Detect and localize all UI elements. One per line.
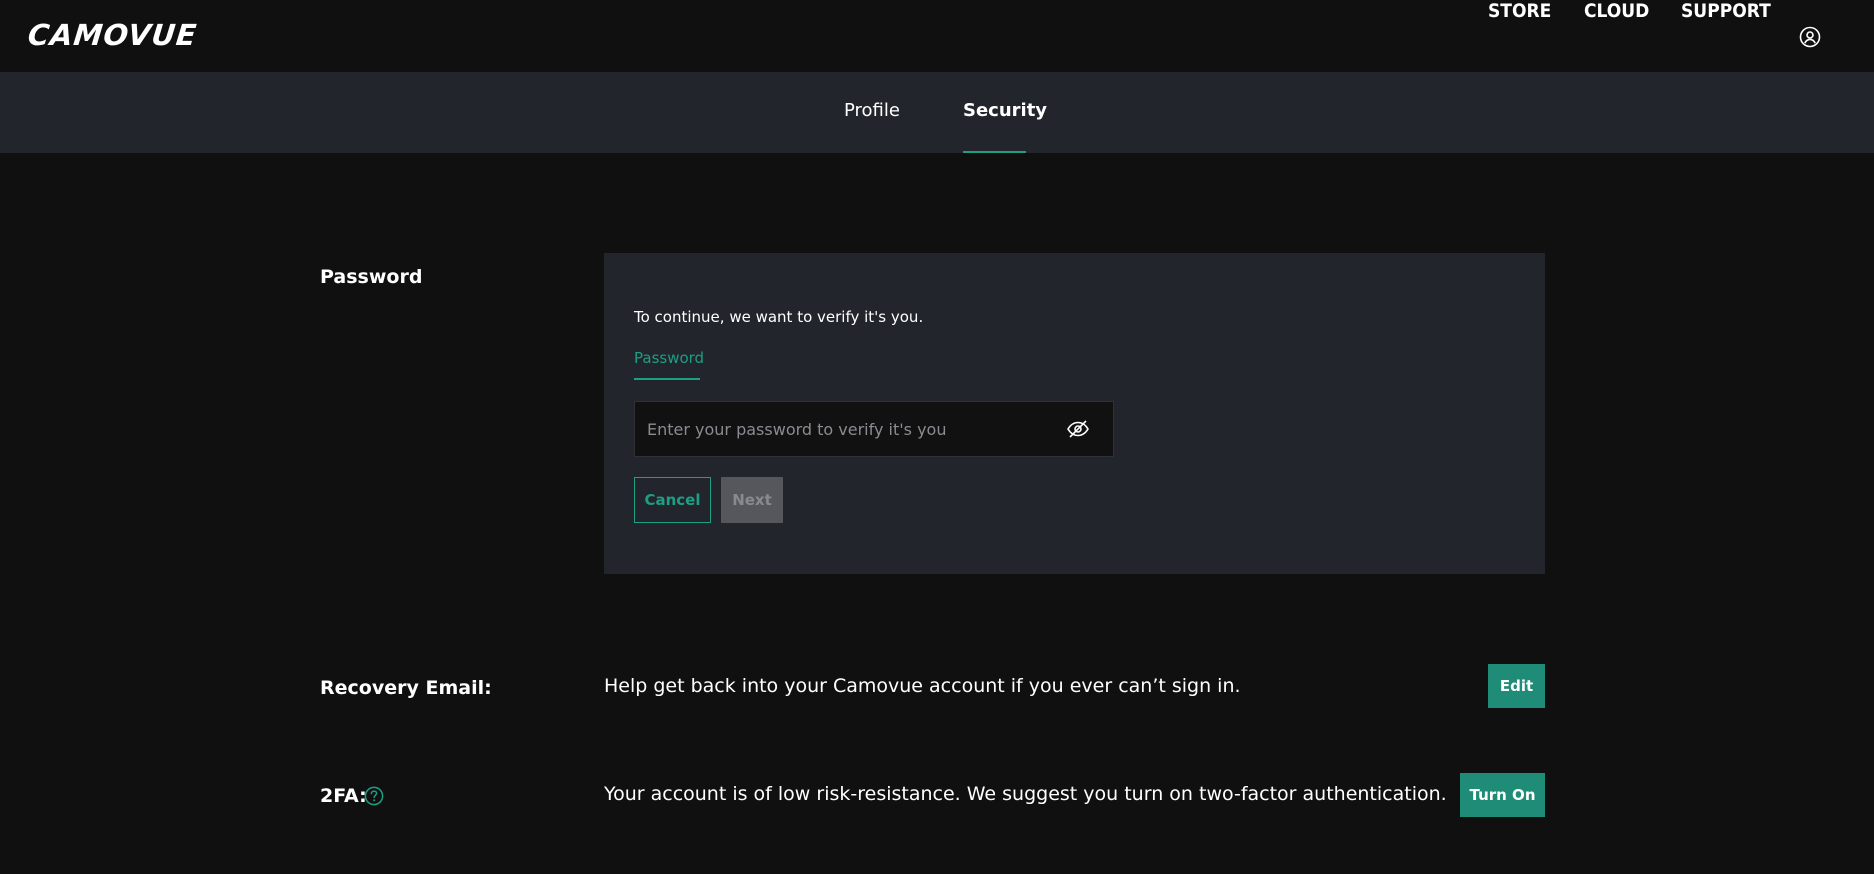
top-navigation: CAMOVUE STORE CLOUD SUPPORT <box>0 0 1874 72</box>
verify-intro-text: To continue, we want to verify it's you. <box>634 308 924 326</box>
password-input[interactable] <box>635 402 1055 456</box>
eye-hidden-icon[interactable] <box>1066 418 1090 440</box>
user-account-icon[interactable] <box>1799 26 1821 48</box>
camovue-logo[interactable]: CAMOVUE <box>26 18 199 52</box>
tab-security[interactable]: Security <box>963 100 1047 121</box>
twofa-label: 2FA: <box>320 785 367 807</box>
password-field-tab-underline <box>634 378 700 380</box>
turn-on-2fa-button[interactable]: Turn On <box>1460 773 1545 817</box>
password-field-tab[interactable]: Password <box>634 349 704 367</box>
twofa-description: Your account is of low risk-resistance. … <box>604 783 1447 805</box>
nav-cloud-link[interactable]: CLOUD <box>1584 0 1649 22</box>
help-circle-icon[interactable] <box>364 786 384 806</box>
active-tab-indicator <box>963 151 1026 153</box>
password-section-label: Password <box>320 266 423 288</box>
edit-recovery-email-button[interactable]: Edit <box>1488 664 1545 708</box>
nav-store-link[interactable]: STORE <box>1488 0 1551 22</box>
cancel-button[interactable]: Cancel <box>634 477 711 523</box>
recovery-email-label: Recovery Email: <box>320 677 492 699</box>
password-verify-card: To continue, we want to verify it's you.… <box>604 253 1545 574</box>
nav-support-link[interactable]: SUPPORT <box>1681 0 1771 22</box>
recovery-email-description: Help get back into your Camovue account … <box>604 675 1241 697</box>
password-field-box <box>634 401 1114 457</box>
next-button[interactable]: Next <box>721 477 783 523</box>
account-tab-bar: Profile Security <box>0 72 1874 153</box>
tab-profile[interactable]: Profile <box>844 100 900 121</box>
